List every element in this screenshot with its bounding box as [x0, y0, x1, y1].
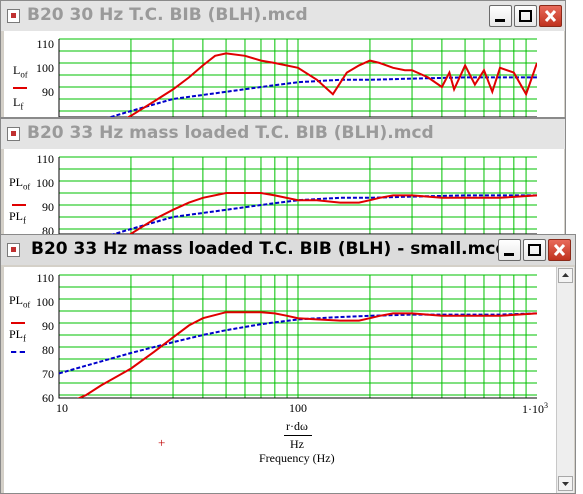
plus-marker: + — [158, 435, 166, 450]
legend-blue-line — [11, 351, 25, 353]
title-bar[interactable]: B20 33 Hz mass loaded T.C. BIB (BLH) - s… — [1, 235, 575, 265]
scroll-up-button[interactable] — [558, 268, 573, 283]
y-tick-label: 100 — [36, 176, 54, 190]
x-expression-denominator: Hz — [290, 437, 304, 451]
y-tick-label: 60 — [42, 391, 54, 405]
document-icon[interactable] — [7, 9, 20, 23]
y-tick-label: 110 — [36, 37, 54, 51]
window-title: B20 30 Hz T.C. BIB (BLH).mcd — [27, 5, 308, 25]
title-bar[interactable]: B20 30 Hz T.C. BIB (BLH).mcd — [1, 1, 565, 31]
y-tick-label: 90 — [42, 319, 54, 333]
worksheet-area[interactable]: 110 100 90 Lof Lf — [4, 31, 564, 117]
scroll-down-button[interactable] — [558, 476, 573, 491]
legend-red-line — [12, 204, 26, 206]
y-tick-label: 100 — [36, 295, 54, 309]
x-expression-numerator: r·dω — [286, 419, 308, 433]
y-tick-label: 90 — [42, 200, 54, 214]
y-tick-label: 110 — [36, 271, 54, 285]
vertical-scrollbar[interactable] — [556, 267, 574, 493]
document-icon[interactable] — [7, 243, 20, 257]
minimize-button[interactable] — [498, 239, 521, 261]
legend-top-label: Lof — [13, 63, 28, 80]
minimize-button[interactable] — [489, 5, 512, 27]
window-b20-33hz-small[interactable]: B20 33 Hz mass loaded T.C. BIB (BLH) - s… — [0, 234, 576, 494]
window-title: B20 33 Hz mass loaded T.C. BIB (BLH) - s… — [31, 239, 508, 259]
legend-bottom-label: Lf — [13, 95, 24, 112]
y-tick-label: 100 — [36, 61, 54, 75]
legend-red-line — [11, 322, 25, 324]
worksheet-area[interactable]: 110 100 90 80 70 60 PLof PLf 10 100 1·10… — [4, 267, 557, 493]
worksheet-area[interactable]: 110 100 90 80 PLof PLf — [4, 149, 564, 238]
document-icon[interactable] — [7, 127, 20, 141]
y-tick-label: 110 — [36, 152, 54, 166]
legend-bottom-label: PLf — [9, 327, 27, 344]
legend-top-label: PLof — [9, 175, 31, 192]
legend-bottom-label: PLf — [9, 209, 27, 226]
y-tick-label: 70 — [42, 367, 54, 381]
close-button[interactable] — [548, 239, 571, 261]
legend-red-line — [13, 87, 27, 89]
x-axis-label: Frequency (Hz) — [259, 451, 335, 465]
maximize-button[interactable] — [523, 239, 546, 261]
x-expression-fraction-bar — [284, 435, 312, 436]
window-b20-33hz-mass-loaded[interactable]: B20 33 Hz mass loaded T.C. BIB (BLH).mcd… — [0, 118, 566, 238]
x-tick-label: 1·103 — [522, 401, 548, 416]
y-tick-label: 80 — [42, 343, 54, 357]
frequency-response-plot — [58, 156, 537, 234]
window-title: B20 33 Hz mass loaded T.C. BIB (BLH).mcd — [27, 123, 434, 143]
legend-top-label: PLof — [9, 293, 31, 310]
window-b20-30hz[interactable]: B20 30 Hz T.C. BIB (BLH).mcd 110 100 90 … — [0, 0, 566, 118]
x-tick-label: 10 — [56, 401, 68, 415]
close-button[interactable] — [539, 5, 562, 27]
x-tick-label: 100 — [289, 401, 307, 415]
frequency-response-plot — [58, 38, 537, 117]
y-tick-label: 90 — [42, 85, 54, 99]
title-bar[interactable]: B20 33 Hz mass loaded T.C. BIB (BLH).mcd — [1, 119, 565, 149]
maximize-button[interactable] — [514, 5, 537, 27]
